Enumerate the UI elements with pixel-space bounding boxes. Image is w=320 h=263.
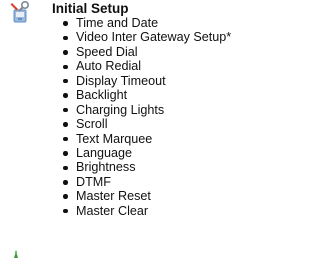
item-label: Master Clear xyxy=(76,203,149,218)
item-label: Scroll xyxy=(76,117,108,132)
bullet xyxy=(63,50,68,55)
list-item[interactable]: Video Inter Gateway Setup* xyxy=(63,30,231,44)
bullet xyxy=(63,180,68,185)
list-item[interactable]: Text Marquee xyxy=(63,132,231,146)
settings-tools-icon xyxy=(10,0,30,23)
item-label: Video Inter Gateway Setup* xyxy=(76,30,232,45)
item-label: DTMF xyxy=(76,174,111,189)
list-item[interactable]: Display Timeout xyxy=(63,74,231,88)
item-label: Language xyxy=(76,145,133,160)
item-label: Charging Lights xyxy=(76,102,165,117)
bullet xyxy=(63,165,68,171)
list-item[interactable]: Scroll xyxy=(63,117,231,131)
setup-items-list: Time and Date Video Inter Gateway Setup*… xyxy=(63,16,231,218)
list-item[interactable]: Master Clear xyxy=(63,204,231,218)
item-label: Backlight xyxy=(76,88,128,103)
partial-green-icon xyxy=(10,245,22,258)
section-title: Initial Setup xyxy=(52,1,129,16)
item-label: Brightness xyxy=(76,160,136,175)
bullet xyxy=(63,194,68,199)
initial-setup-section: Initial Setup Time and Date Video Inter … xyxy=(0,0,273,258)
bullet xyxy=(63,107,68,113)
bullet xyxy=(63,64,68,69)
bullet xyxy=(63,208,68,214)
bullet xyxy=(63,21,68,26)
item-label: Auto Redial xyxy=(76,59,142,74)
list-item[interactable]: Backlight xyxy=(63,88,231,102)
item-label: Display Timeout xyxy=(76,73,166,88)
list-item[interactable]: Brightness xyxy=(63,160,231,174)
list-item[interactable]: Time and Date xyxy=(63,16,231,30)
list-item[interactable]: Charging Lights xyxy=(63,103,231,117)
list-item[interactable]: DTMF xyxy=(63,175,231,189)
item-label: Master Reset xyxy=(76,189,151,204)
list-item[interactable]: Language xyxy=(63,146,231,160)
list-item[interactable]: Speed Dial xyxy=(63,45,231,59)
bullet xyxy=(63,122,68,127)
bullet xyxy=(63,136,68,142)
bullet xyxy=(63,151,68,156)
item-label: Time and Date xyxy=(76,16,159,30)
list-item[interactable]: Auto Redial xyxy=(63,59,231,73)
list-item[interactable]: Master Reset xyxy=(63,189,231,203)
bullet xyxy=(63,35,68,41)
item-label: Speed Dial xyxy=(76,44,138,59)
item-label: Text Marquee xyxy=(76,131,153,146)
bullet xyxy=(63,93,68,98)
bullet xyxy=(63,78,68,84)
